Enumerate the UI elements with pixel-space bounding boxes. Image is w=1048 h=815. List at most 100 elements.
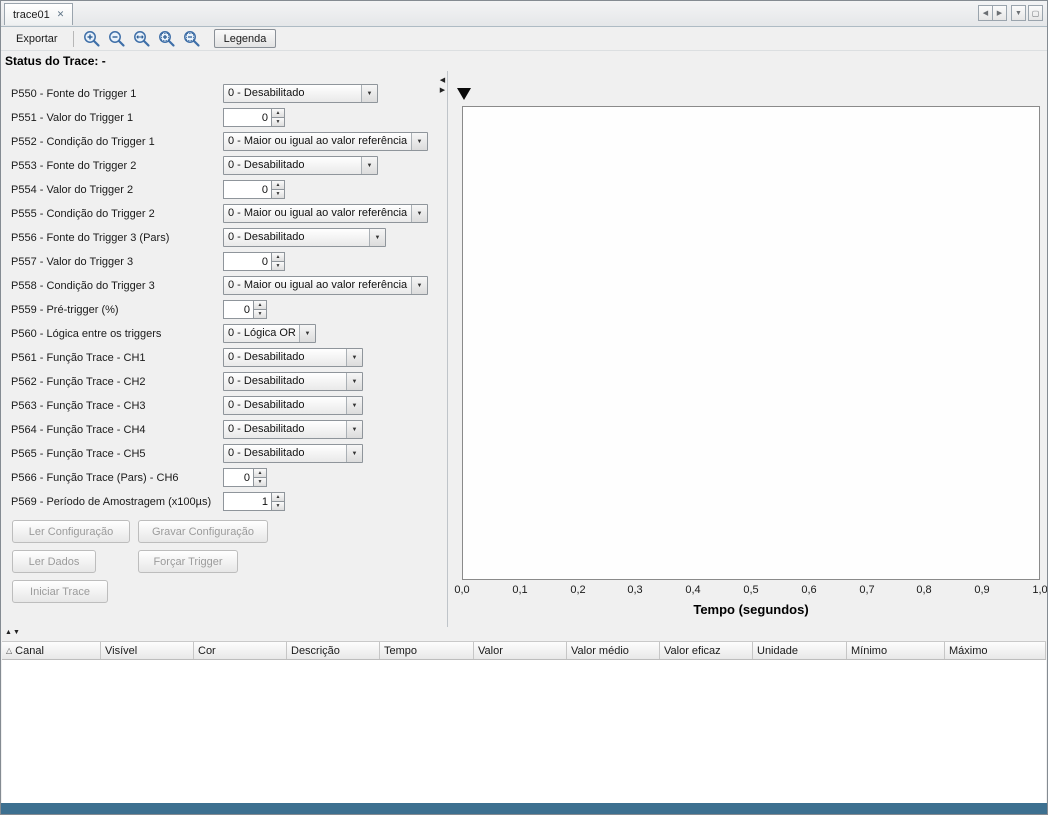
zoom-fit-button[interactable] [130,28,153,50]
column-header-valor[interactable]: Valor [474,642,567,659]
combo-value: 0 - Desabilitado [224,157,361,174]
spinner-down-button[interactable]: ▼ [271,190,285,199]
param-select-p562[interactable]: 0 - Desabilitado▼ [223,372,363,391]
maximize-icon: ▢ [1032,9,1040,18]
param-row-p564: P564 - Função Trace - CH40 - Desabilitad… [2,419,438,443]
zoom-selection-out-button[interactable] [180,28,203,50]
forcar-trigger-button[interactable]: Forçar Trigger [138,550,238,573]
param-select-p561[interactable]: 0 - Desabilitado▼ [223,348,363,367]
spinner-down-button[interactable]: ▼ [271,502,285,511]
param-row-p553: P553 - Fonte do Trigger 20 - Desabilitad… [2,155,438,179]
chevron-down-icon: ▼ [346,397,362,414]
close-icon[interactable]: ✕ [57,10,65,19]
collapse-left-icon[interactable]: ◀ [438,76,447,85]
spinner-up-button[interactable]: ▲ [271,252,285,262]
combo-value: 0 - Desabilitado [224,349,346,366]
param-select-p550[interactable]: 0 - Desabilitado▼ [223,84,378,103]
scroll-tabs-left-button[interactable]: ◀ [978,5,993,21]
zoom-selection-in-button[interactable] [155,28,178,50]
spinner-input-p559[interactable] [223,300,253,319]
column-header-valor-medio[interactable]: Valor médio [567,642,660,659]
x-tick-label: 0,1 [512,584,527,596]
iniciar-trace-button[interactable]: Iniciar Trace [12,580,108,603]
param-row-p551: P551 - Valor do Trigger 1 ▲▼ [2,107,438,131]
param-select-p560[interactable]: 0 - Lógica OR▼ [223,324,316,343]
param-select-p553[interactable]: 0 - Desabilitado▼ [223,156,378,175]
legenda-toggle-button[interactable]: Legenda [214,29,277,48]
scroll-tabs-right-button[interactable]: ▶ [992,5,1007,21]
chevron-down-icon: ▼ [346,373,362,390]
spinner-input-p554[interactable] [223,180,271,199]
tab-trace01[interactable]: trace01 ✕ [4,3,73,25]
param-select-p563[interactable]: 0 - Desabilitado▼ [223,396,363,415]
gravar-configuracao-button[interactable]: Gravar Configuração [138,520,268,543]
spinner-up-button[interactable]: ▲ [253,468,267,478]
column-header-minimo[interactable]: Mínimo [847,642,945,659]
column-header-descricao[interactable]: Descrição [287,642,380,659]
plot-area[interactable] [462,106,1040,580]
ler-dados-button[interactable]: Ler Dados [12,550,96,573]
param-spinner-p551: ▲▼ [223,108,285,127]
spinner-up-button[interactable]: ▲ [253,300,267,310]
zoom-out-icon [107,29,126,48]
spinner-up-button[interactable]: ▲ [271,180,285,190]
spinner-up-button[interactable]: ▲ [271,108,285,118]
spinner-down-button[interactable]: ▼ [271,118,285,127]
spinner-input-p566[interactable] [223,468,253,487]
chevron-down-icon: ▼ [346,445,362,462]
param-label-p560: P560 - Lógica entre os triggers [11,328,161,340]
right-arrow-icon: ▶ [997,9,1002,17]
param-select-p564[interactable]: 0 - Desabilitado▼ [223,420,363,439]
spinner-down-button[interactable]: ▼ [271,262,285,271]
spinner-input-p557[interactable] [223,252,271,271]
horizontal-splitter[interactable]: ▲▼ [1,627,1047,641]
chevron-down-icon: ▼ [1015,10,1022,17]
column-header-cor[interactable]: Cor [194,642,287,659]
exportar-button[interactable]: Exportar [7,29,67,49]
param-select-p555[interactable]: 0 - Maior ou igual ao valor referência▼ [223,204,428,223]
maximize-window-button[interactable]: ▢ [1028,5,1043,21]
column-header-canal[interactable]: △Canal [2,642,101,659]
column-header-label: Valor eficaz [664,645,721,657]
param-label-p561: P561 - Função Trace - CH1 [11,352,146,364]
collapse-up-icon[interactable]: ▲ [5,629,13,636]
param-select-p558[interactable]: 0 - Maior ou igual ao valor referência▼ [223,276,428,295]
param-select-p565[interactable]: 0 - Desabilitado▼ [223,444,363,463]
ler-configuracao-button[interactable]: Ler Configuração [12,520,130,543]
spinner-buttons: ▲▼ [271,108,285,127]
collapse-right-icon[interactable]: ▶ [438,86,447,95]
tab-bar: trace01 ✕ ◀ ▶ ▼ ▢ [1,1,1047,27]
params-list: P550 - Fonte do Trigger 10 - Desabilitad… [2,83,438,515]
param-label-p551: P551 - Valor do Trigger 1 [11,112,133,124]
collapse-down-icon[interactable]: ▼ [13,629,21,636]
chevron-down-icon: ▼ [411,205,427,222]
x-tick-label: 0,0 [454,584,469,596]
spinner-buttons: ▲▼ [253,468,267,487]
spinner-input-p551[interactable] [223,108,271,127]
column-header-unidade[interactable]: Unidade [753,642,847,659]
zoom-selection-in-icon [157,29,176,48]
zoom-in-button[interactable] [80,28,103,50]
param-row-p563: P563 - Função Trace - CH30 - Desabilitad… [2,395,438,419]
left-arrow-icon: ◀ [983,9,988,17]
spinner-up-button[interactable]: ▲ [271,492,285,502]
spinner-input-p569[interactable] [223,492,271,511]
spinner-buttons: ▲▼ [253,300,267,319]
column-header-visivel[interactable]: Visível [101,642,194,659]
tab-list-dropdown-button[interactable]: ▼ [1011,5,1026,21]
spinner-down-button[interactable]: ▼ [253,478,267,487]
vertical-splitter[interactable]: ◀ ▶ [438,71,447,627]
column-header-maximo[interactable]: Máximo [945,642,1046,659]
column-header-tempo[interactable]: Tempo [380,642,474,659]
column-header-valor-eficaz[interactable]: Valor eficaz [660,642,753,659]
x-axis-label: Tempo (segundos) [462,602,1040,617]
param-label-p559: P559 - Pré-trigger (%) [11,304,119,316]
spinner-down-button[interactable]: ▼ [253,310,267,319]
param-row-p550: P550 - Fonte do Trigger 10 - Desabilitad… [2,83,438,107]
param-row-p560: P560 - Lógica entre os triggers 0 - Lógic… [2,323,438,347]
param-select-p552[interactable]: 0 - Maior ou igual ao valor referência▼ [223,132,428,151]
x-tick-label: 0,4 [685,584,700,596]
splitter-collapse-arrows[interactable]: ▲▼ [5,629,21,636]
param-select-p556[interactable]: 0 - Desabilitado▼ [223,228,386,247]
zoom-out-button[interactable] [105,28,128,50]
